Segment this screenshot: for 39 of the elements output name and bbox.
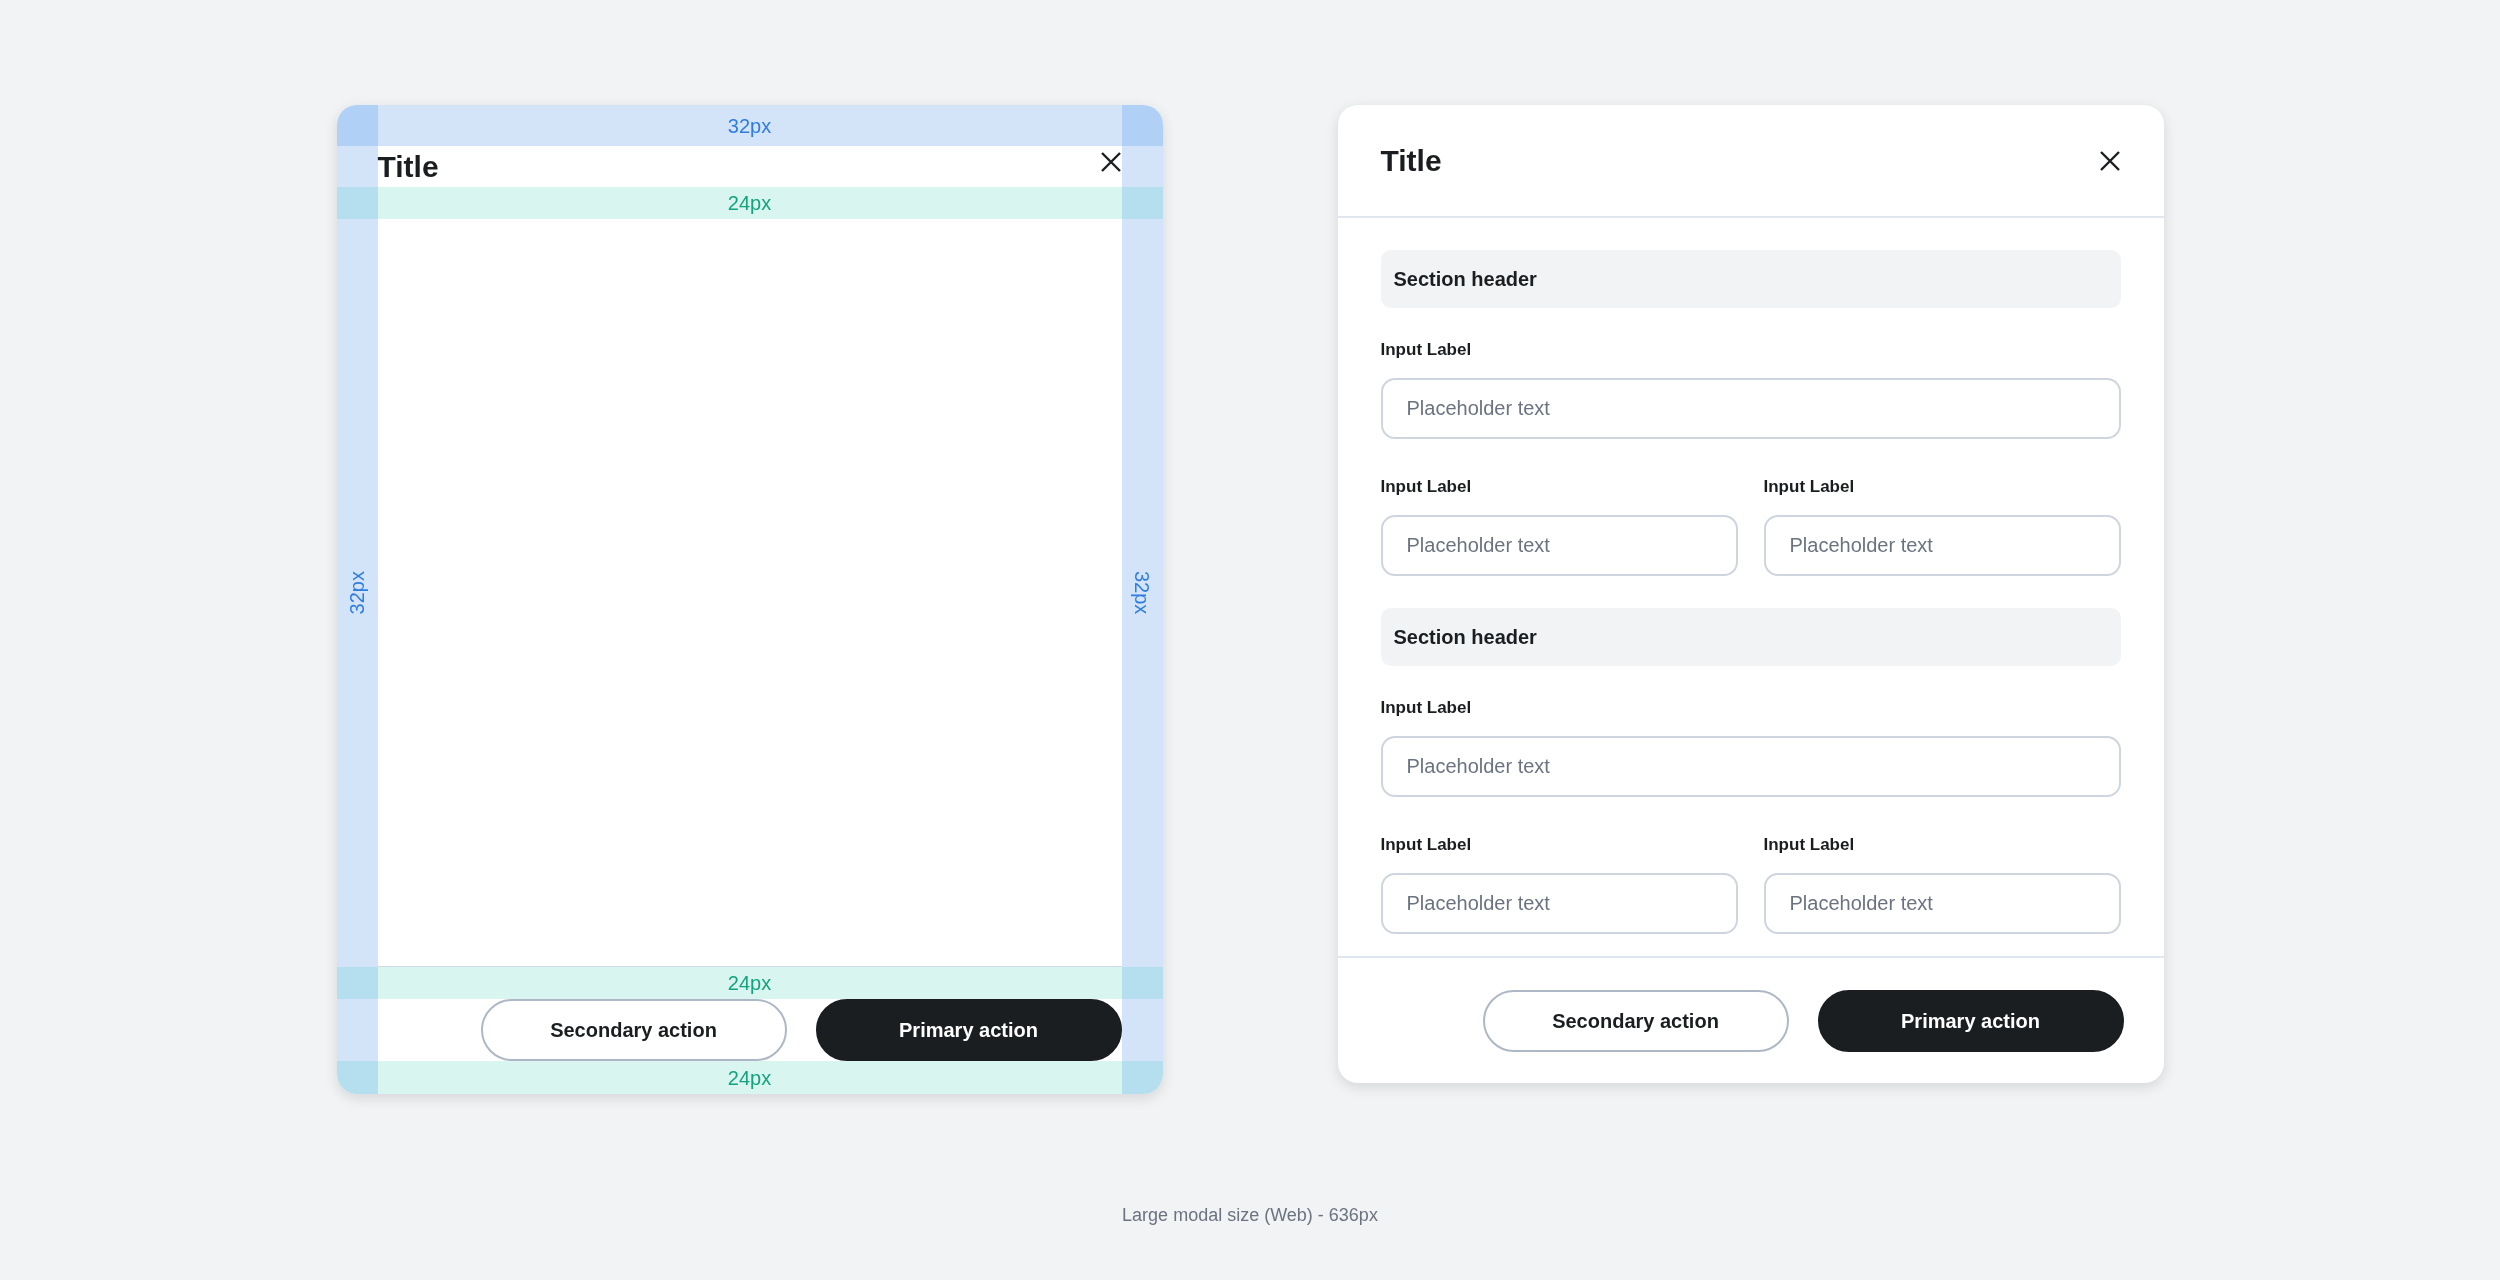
input-field[interactable]: Placeholder text xyxy=(1763,873,2121,934)
spacing-overlap-area xyxy=(1121,1061,1163,1094)
input-label: Input Label xyxy=(1380,698,1473,718)
input-field[interactable]: Placeholder text xyxy=(1380,378,2121,439)
caption: Large modal size (Web) - 636px xyxy=(1122,1204,1378,1227)
close-icon[interactable] xyxy=(1099,151,1122,173)
input-label: Input Label xyxy=(1763,835,1856,855)
spacing-overlap-area xyxy=(336,967,378,999)
primary-button[interactable]: Primary action xyxy=(1817,989,2124,1052)
padding-area xyxy=(1121,999,1163,1061)
input-field[interactable]: Placeholder text xyxy=(1380,873,1738,934)
spacing-overlap-area xyxy=(1121,187,1163,219)
input-label: Input Label xyxy=(1763,477,1856,497)
padding-label: 32px xyxy=(1130,571,1154,615)
secondary-button[interactable]: Secondary action xyxy=(1482,989,1789,1052)
input-field[interactable]: Placeholder text xyxy=(1763,515,2121,576)
input-field[interactable]: Placeholder text xyxy=(1380,515,1738,576)
close-icon[interactable] xyxy=(2098,149,2121,172)
padding-overlap-area xyxy=(1121,105,1163,146)
padding-label: 32px xyxy=(727,113,772,139)
input-label: Input Label xyxy=(1380,835,1473,855)
primary-button[interactable]: Primary action xyxy=(815,999,1122,1061)
input-label: Input Label xyxy=(1380,477,1473,497)
input-field[interactable]: Placeholder text xyxy=(1380,736,2121,797)
padding-area xyxy=(336,999,378,1061)
spacing-overlap-area xyxy=(1121,967,1163,999)
padding-overlap-area xyxy=(336,105,378,146)
spacing-label: 24px xyxy=(727,971,772,996)
modal-title: Title xyxy=(1380,143,1442,179)
section-header: Section header xyxy=(1380,250,2121,308)
section-header: Section header xyxy=(1380,608,2121,666)
padding-label: 32px xyxy=(345,571,369,615)
input-label: Input Label xyxy=(1380,340,1473,360)
spacing-overlap-area xyxy=(336,1061,378,1094)
modal-title: Title xyxy=(377,149,439,185)
spacing-label: 24px xyxy=(727,1065,772,1091)
secondary-button[interactable]: Secondary action xyxy=(480,999,787,1061)
spacing-overlap-area xyxy=(336,187,378,219)
spacing-label: 24px xyxy=(727,191,772,216)
